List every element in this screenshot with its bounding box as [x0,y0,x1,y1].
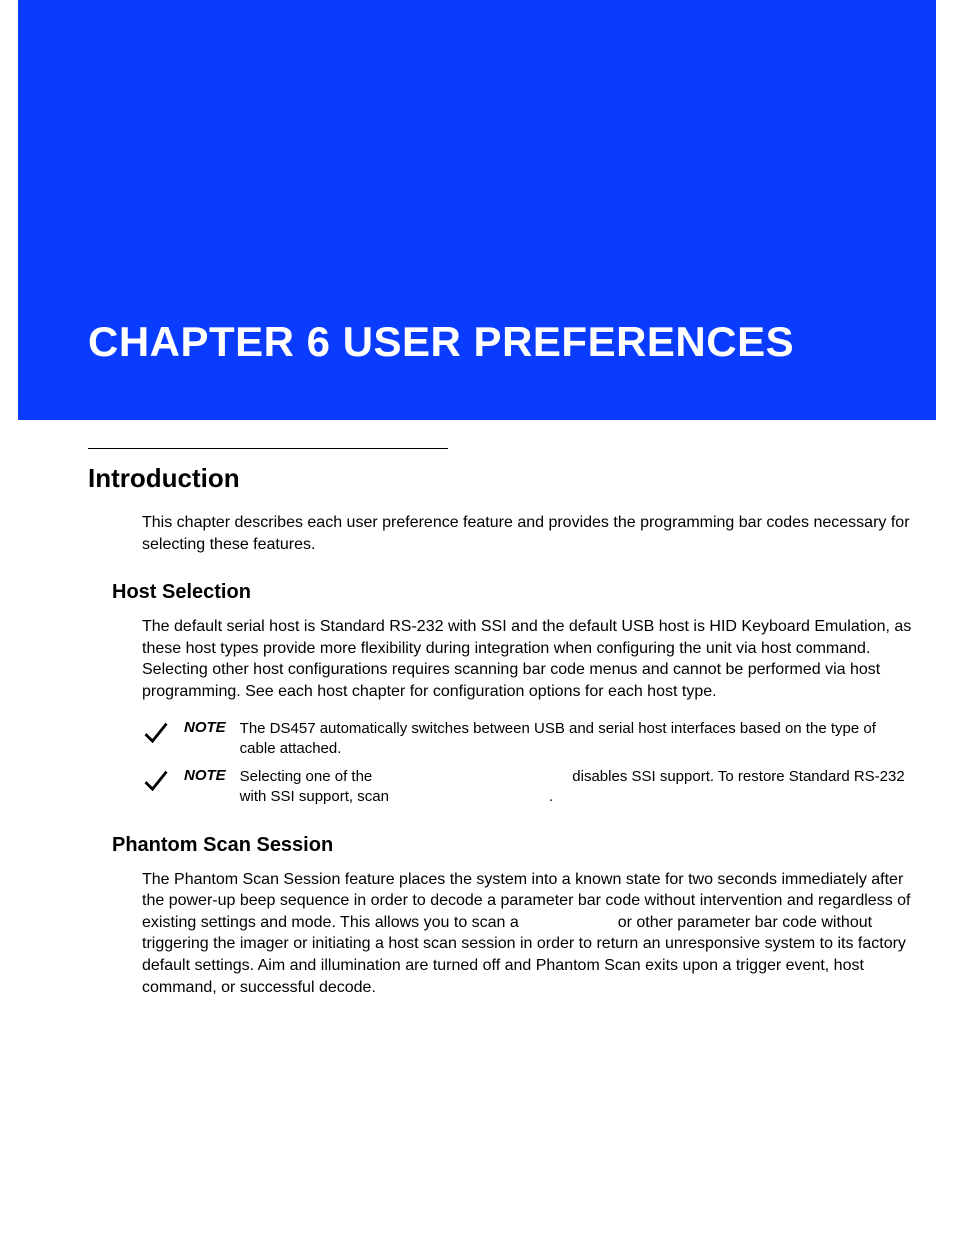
checkmark-icon [142,719,170,747]
chapter-title: CHAPTER 6 USER PREFERENCES [88,318,794,366]
section-rule [88,448,448,449]
checkmark-icon [142,767,170,795]
heading-phantom-scan: Phantom Scan Session [112,834,914,857]
note-row-2: NOTE Selecting one of thedisables SSI su… [142,765,914,808]
note2-pre: Selecting one of the [240,768,373,785]
page-content: Introduction This chapter describes each… [0,448,954,998]
heading-host-selection: Host Selection [112,581,914,604]
heading-introduction: Introduction [88,463,914,494]
chapter-header-block: CHAPTER 6 USER PREFERENCES [18,0,936,420]
note-row-1: NOTE The DS457 automatically switches be… [142,717,914,760]
phantom-body: The Phantom Scan Session feature places … [142,869,914,999]
intro-body: This chapter describes each user prefere… [142,512,914,555]
note-label: NOTE [184,719,226,736]
note-text-2: Selecting one of thedisables SSI support… [240,767,914,808]
note-label: NOTE [184,767,226,784]
host-body: The default serial host is Standard RS-2… [142,616,914,702]
note-text-1: The DS457 automatically switches between… [240,719,914,760]
note2-end: . [549,788,553,805]
